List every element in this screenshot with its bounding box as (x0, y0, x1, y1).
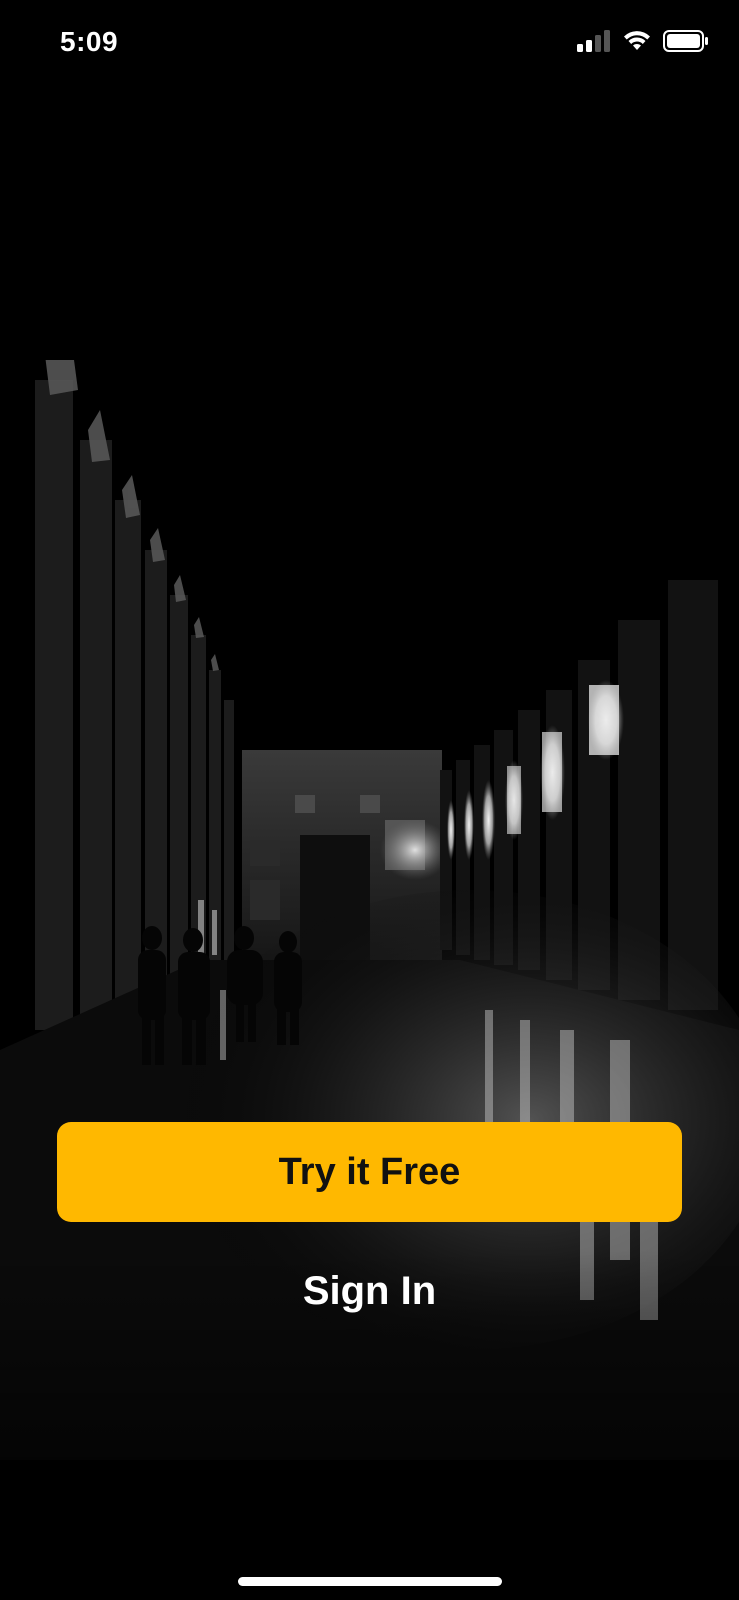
battery-icon (663, 30, 708, 52)
welcome-screen: 5:09 Try it Free Sign In (0, 0, 739, 1600)
cellular-signal-icon (577, 30, 610, 52)
hero-photo (0, 0, 739, 1600)
sign-in-button[interactable]: Sign In (200, 1256, 539, 1326)
home-indicator[interactable] (238, 1577, 502, 1586)
status-bar: 5:09 (0, 0, 739, 90)
status-icons (577, 30, 709, 52)
wifi-icon (624, 31, 650, 50)
try-it-free-button[interactable]: Try it Free (57, 1122, 682, 1222)
status-time: 5:09 (60, 26, 119, 57)
